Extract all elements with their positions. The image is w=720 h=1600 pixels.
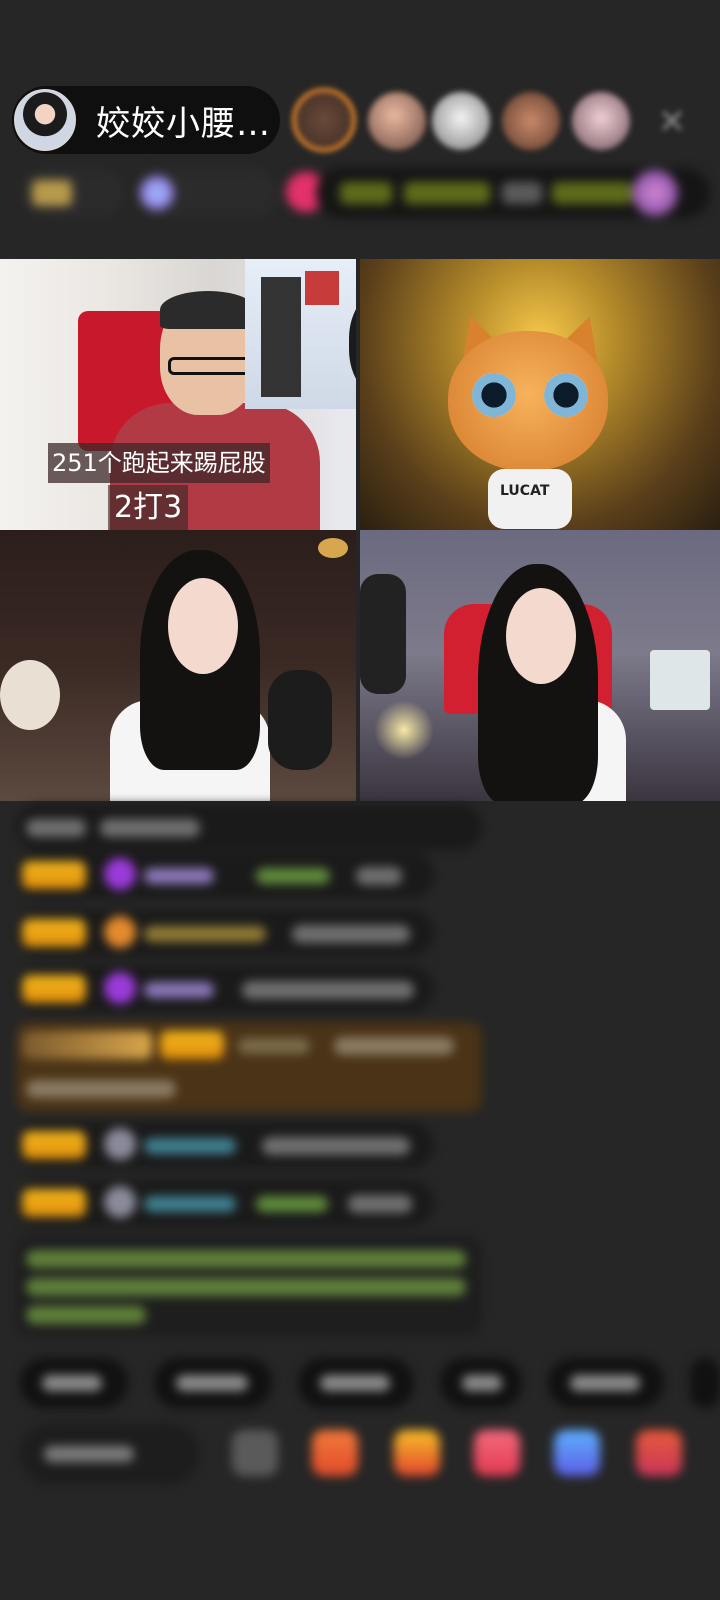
microphone (268, 670, 332, 770)
viewer-avatar[interactable] (368, 92, 426, 150)
bottom-toolbar (20, 1420, 720, 1490)
more-icon[interactable] (636, 1430, 682, 1476)
status-tag-row (20, 168, 710, 218)
video-tile-guest-3[interactable] (0, 530, 356, 801)
chat-message (16, 966, 434, 1012)
chat-message (16, 804, 482, 850)
cat-shirt-text: LUCAT (500, 483, 550, 499)
video-caption: 251个跑起来踢屁股 (48, 443, 270, 483)
viewer-avatar[interactable] (432, 92, 490, 150)
fans-tag[interactable] (134, 168, 278, 218)
chat-message (16, 1180, 434, 1226)
quick-reply-chip[interactable] (154, 1358, 272, 1408)
chat-message (16, 1122, 434, 1168)
viewer-avatar[interactable] (502, 92, 560, 150)
chat-message (16, 852, 434, 898)
guest-face (506, 588, 576, 684)
close-icon[interactable]: ✕ (650, 100, 694, 144)
video-tile-guest-1[interactable]: 251个跑起来踢屁股 2打3 (0, 259, 356, 530)
video-tile-guest-2[interactable]: LUCAT (360, 259, 720, 530)
rank-tag[interactable] (20, 168, 124, 218)
multi-guest-video-grid: 251个跑起来踢屁股 2打3 LUCAT (0, 259, 720, 801)
quick-reply-chip[interactable] (690, 1358, 720, 1408)
system-notice (16, 1236, 482, 1336)
pip-video[interactable] (245, 259, 356, 409)
emoji-icon[interactable] (232, 1430, 278, 1476)
chat-input[interactable] (20, 1424, 200, 1484)
quick-reply-chip[interactable] (298, 1358, 414, 1408)
guest-face (168, 578, 238, 674)
chat-list[interactable] (0, 800, 720, 1360)
quick-reply-chip[interactable] (20, 1358, 128, 1408)
gift-box-icon[interactable] (312, 1430, 358, 1476)
video-tile-guest-4[interactable] (360, 530, 720, 801)
quick-reply-row (20, 1358, 720, 1408)
heart-icon[interactable] (474, 1430, 520, 1476)
quick-reply-chip[interactable] (548, 1358, 664, 1408)
game-icon[interactable] (554, 1430, 600, 1476)
activity-icon[interactable] (632, 170, 678, 216)
chat-message (16, 910, 434, 956)
host-avatar[interactable] (14, 89, 76, 151)
treasure-icon[interactable] (394, 1430, 440, 1476)
video-caption-score: 2打3 (108, 485, 189, 530)
viewer-avatar[interactable] (572, 92, 630, 150)
quick-reply-chip[interactable] (440, 1358, 522, 1408)
host-info-pill[interactable]: 姣姣小腰… (12, 86, 280, 154)
host-name: 姣姣小腰… (96, 103, 271, 144)
top-viewer-avatar[interactable] (292, 88, 356, 152)
chat-message-highlight (16, 1022, 482, 1112)
